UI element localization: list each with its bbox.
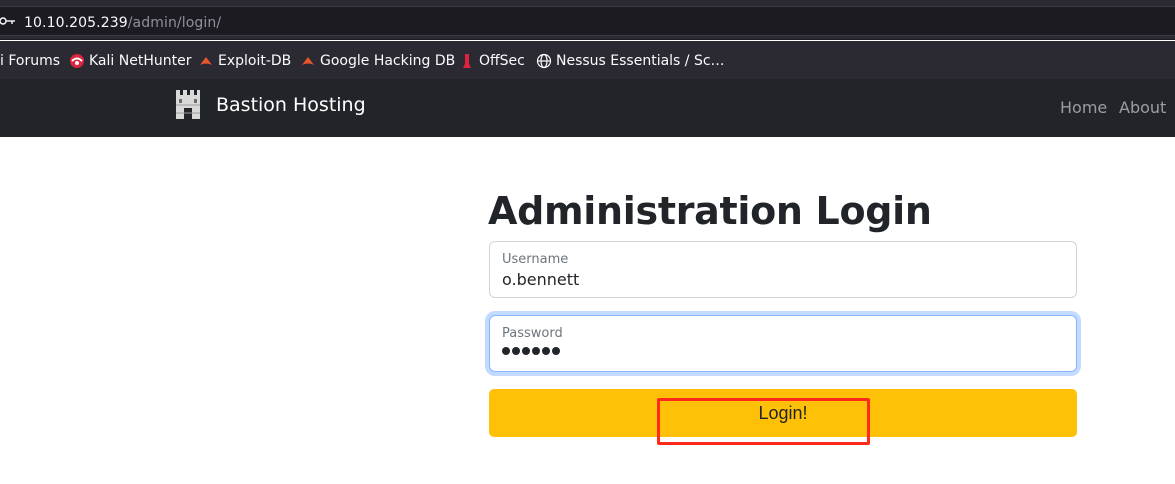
bookmark-nessus[interactable]: Nessus Essentials / Sc… <box>536 51 725 71</box>
username-field[interactable]: Username o.bennett <box>489 241 1077 298</box>
username-value: o.bennett <box>502 270 580 289</box>
bookmark-kali-forums[interactable]: i Forums <box>0 51 60 71</box>
bookmark-offsec[interactable]: OffSec <box>459 51 525 71</box>
url-text[interactable]: 10.10.205.239/admin/login/ <box>24 15 221 31</box>
password-mask <box>502 347 560 355</box>
page-title: Administration Login <box>488 189 932 233</box>
login-button-label: Login! <box>758 403 808 423</box>
bookmark-label: Exploit-DB <box>218 53 292 69</box>
bookmark-google-hacking-db[interactable]: Google Hacking DB <box>300 51 455 71</box>
globe-icon <box>536 53 552 69</box>
site-navbar: Bastion Hosting Home About <box>0 79 1175 137</box>
password-dot <box>522 347 530 355</box>
browser-url-bar: 10.10.205.239/admin/login/ <box>0 0 1175 40</box>
login-button[interactable]: Login! <box>489 389 1077 437</box>
bookmark-label: Kali NetHunter <box>89 53 192 69</box>
exploit-db-icon <box>200 57 212 65</box>
password-dot <box>512 347 520 355</box>
password-dot <box>532 347 540 355</box>
ghdb-icon <box>302 57 314 65</box>
bookmark-label: i Forums <box>0 53 61 69</box>
castle-logo-icon[interactable] <box>173 87 203 121</box>
password-dot <box>502 347 510 355</box>
nethunter-icon <box>70 54 84 68</box>
username-label: Username <box>502 252 569 267</box>
nav-link-about[interactable]: About <box>1119 98 1166 117</box>
url-host: 10.10.205.239 <box>24 15 128 31</box>
url-path: /admin/login/ <box>127 15 222 31</box>
bookmark-label: Google Hacking DB <box>320 53 456 69</box>
bookmarks-toolbar: i Forums Kali NetHunter Exploit-DB Googl… <box>0 41 1175 79</box>
bookmark-exploit-db[interactable]: Exploit-DB <box>198 51 291 71</box>
password-field[interactable]: Password <box>489 315 1077 372</box>
nav-link-home[interactable]: Home <box>1060 98 1107 117</box>
password-dot <box>542 347 550 355</box>
bookmark-kali-nethunter[interactable]: Kali NetHunter <box>69 51 191 71</box>
bookmark-label: OffSec <box>479 53 525 69</box>
key-icon <box>0 17 15 25</box>
offsec-icon <box>463 54 471 68</box>
bookmark-label: Nessus Essentials / Sc… <box>556 53 725 69</box>
brand-name[interactable]: Bastion Hosting <box>216 94 366 116</box>
password-dot <box>552 347 560 355</box>
password-label: Password <box>502 326 563 341</box>
